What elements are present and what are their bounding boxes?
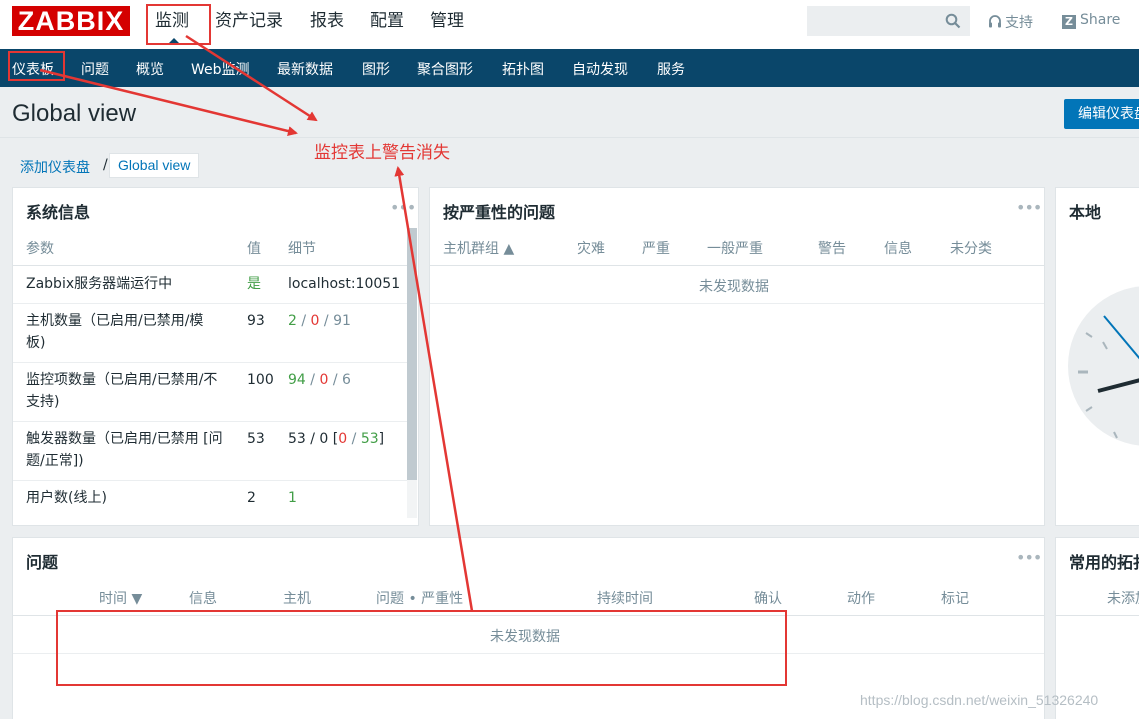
subnav-overview[interactable]: 概览 bbox=[136, 59, 164, 79]
search-input[interactable] bbox=[807, 6, 970, 36]
support-link[interactable]: 支持 bbox=[988, 12, 1033, 32]
col-info: 信息 bbox=[189, 591, 217, 607]
row-triggers-value: 53 bbox=[247, 431, 265, 447]
breadcrumb-separator: / bbox=[103, 157, 108, 173]
row-items-value: 100 bbox=[247, 372, 274, 388]
row-server-param: Zabbix服务器端运行中 bbox=[26, 276, 173, 292]
col-warning: 警告 bbox=[818, 241, 846, 257]
annotation-box-problems bbox=[56, 610, 787, 686]
page-title: Global view bbox=[12, 100, 137, 127]
nav-configuration[interactable]: 配置 bbox=[370, 9, 404, 33]
row-hosts-param-l1: 主机数量（已启用/已禁用/模 bbox=[26, 313, 204, 329]
col-not-classified: 未分类 bbox=[950, 241, 992, 257]
row-divider bbox=[13, 480, 407, 481]
row-hosts-detail: 2 / 0 / 91 bbox=[288, 313, 351, 329]
breadcrumb-current[interactable]: Global view bbox=[109, 153, 200, 178]
row-hosts-param-l2: 板) bbox=[26, 335, 46, 351]
header-divider bbox=[1056, 615, 1139, 616]
row-triggers-param-l1: 触发器数量（已启用/已禁用 [问 bbox=[26, 431, 223, 447]
watermark: https://blog.csdn.net/weixin_51326240 bbox=[860, 692, 1099, 708]
row-triggers-param-l2: 题/正常]) bbox=[26, 453, 84, 469]
zabbix-logo[interactable]: ZABBIX bbox=[12, 6, 130, 36]
row-divider bbox=[13, 421, 407, 422]
annotation-text: 监控表上警告消失 bbox=[314, 143, 450, 163]
subnav-maps[interactable]: 拓扑图 bbox=[502, 59, 544, 79]
col-info: 信息 bbox=[884, 241, 912, 257]
widget-menu-icon[interactable]: ••• bbox=[390, 198, 416, 217]
subnav-discovery[interactable]: 自动发现 bbox=[572, 59, 628, 79]
clock-widget: 本地 bbox=[1055, 187, 1139, 526]
subnav-services[interactable]: 服务 bbox=[657, 59, 685, 79]
header-divider bbox=[13, 265, 407, 266]
subnav-latest-data[interactable]: 最新数据 bbox=[277, 59, 333, 79]
sub-nav: 仪表板 问题 概览 Web监测 最新数据 图形 聚合图形 拓扑图 自动发现 服务 bbox=[0, 49, 1139, 87]
no-maps-message: 未添加 bbox=[1107, 591, 1139, 607]
row-triggers-detail: 53 / 0 [0 / 53] bbox=[288, 431, 385, 447]
col-disaster: 灾难 bbox=[577, 241, 605, 257]
widget-title: 按严重性的问题 bbox=[443, 203, 556, 222]
widget-title: 系统信息 bbox=[26, 203, 91, 222]
row-items-detail: 94 / 0 / 6 bbox=[288, 372, 351, 388]
nav-administration[interactable]: 管理 bbox=[430, 9, 464, 33]
annotation-box-dashboard bbox=[8, 51, 65, 81]
row-items-param-l2: 支持) bbox=[26, 394, 60, 410]
widget-menu-icon[interactable]: ••• bbox=[1016, 548, 1042, 567]
subnav-screens[interactable]: 聚合图形 bbox=[417, 59, 473, 79]
col-actions: 动作 bbox=[847, 591, 875, 607]
row-server-detail: localhost:10051 bbox=[288, 276, 401, 292]
header-divider bbox=[0, 137, 1139, 138]
widget-title: 问题 bbox=[26, 553, 59, 572]
col-high: 严重 bbox=[642, 241, 670, 257]
support-label: 支持 bbox=[1005, 15, 1033, 31]
col-duration: 持续时间 bbox=[597, 591, 653, 607]
no-data-message: 未发现数据 bbox=[699, 279, 769, 295]
row-divider bbox=[13, 362, 407, 363]
row-users-detail: 1 bbox=[288, 490, 297, 506]
share-z-icon: Z bbox=[1062, 15, 1076, 29]
row-hosts-value: 93 bbox=[247, 313, 265, 329]
col-time[interactable]: 时间 ▼ bbox=[99, 588, 142, 608]
col-value: 值 bbox=[247, 241, 261, 257]
row-divider bbox=[13, 303, 407, 304]
col-host: 主机 bbox=[283, 591, 311, 607]
clock-hands-icon bbox=[1078, 315, 1139, 439]
problems-by-severity-widget: 按严重性的问题 ••• 主机群组 ▲ 灾难 严重 一般严重 警告 信息 未分类 … bbox=[429, 187, 1045, 526]
breadcrumb-dashboards[interactable]: 添加仪表盘 bbox=[20, 157, 90, 177]
row-items-param-l1: 监控项数量（已启用/已禁用/不 bbox=[26, 372, 218, 388]
edit-dashboard-button[interactable]: 编辑仪表盘 bbox=[1064, 99, 1139, 129]
col-problem-severity: 问题 • 严重性 bbox=[376, 591, 464, 607]
row-server-value: 是 bbox=[247, 276, 261, 292]
widget-title: 常用的拓扑图 bbox=[1069, 553, 1139, 572]
subnav-graphs[interactable]: 图形 bbox=[362, 59, 390, 79]
nav-reports[interactable]: 报表 bbox=[310, 9, 344, 33]
nav-inventory[interactable]: 资产记录 bbox=[215, 9, 283, 33]
col-param: 参数 bbox=[26, 241, 54, 257]
col-ack: 确认 bbox=[754, 591, 782, 607]
scrollbar-thumb[interactable] bbox=[407, 228, 417, 480]
annotation-box-monitoring bbox=[146, 4, 211, 45]
search-icon[interactable] bbox=[945, 13, 961, 29]
headset-icon bbox=[989, 15, 1001, 28]
row-users-param: 用户数(线上) bbox=[26, 490, 107, 506]
col-host-group[interactable]: 主机群组 ▲ bbox=[443, 238, 514, 258]
col-detail: 细节 bbox=[288, 241, 316, 257]
row-users-value: 2 bbox=[247, 490, 256, 506]
system-info-widget: 系统信息 ••• 参数 值 细节 Zabbix服务器端运行中 是 localho… bbox=[12, 187, 419, 526]
subnav-web[interactable]: Web监测 bbox=[191, 59, 250, 79]
col-average: 一般严重 bbox=[707, 241, 763, 257]
col-tags: 标记 bbox=[941, 591, 969, 607]
share-label: Share bbox=[1080, 12, 1121, 28]
share-link[interactable]: Z Share bbox=[1062, 12, 1120, 29]
row-divider bbox=[430, 303, 1044, 304]
subnav-problems[interactable]: 问题 bbox=[81, 59, 109, 79]
header-divider bbox=[430, 265, 1044, 266]
widget-menu-icon[interactable]: ••• bbox=[1016, 198, 1042, 217]
